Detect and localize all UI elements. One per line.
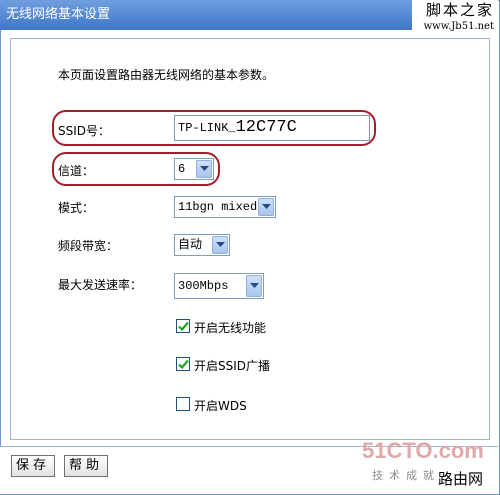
enable-ssid-broadcast-label: 开启SSID广播 [194, 359, 271, 373]
ssid-label: SSID号： [58, 124, 111, 138]
max-rate-label: 最大发送速率： [58, 278, 143, 292]
channel-value: 6 [178, 162, 186, 176]
help-button[interactable]: 帮助 [64, 455, 108, 477]
bandwidth-select[interactable]: 自动 [174, 234, 230, 256]
ssid-input[interactable]: TP-LINK_12C77C [174, 115, 370, 141]
bandwidth-value: 自动 [178, 238, 203, 252]
ssid-value-suffix: 12C77C [235, 118, 297, 137]
bandwidth-label: 频段带宽： [58, 239, 119, 253]
watermark-site-name: 脚本之家 [425, 1, 494, 19]
mode-label: 模式： [58, 201, 95, 215]
enable-wds-label: 开启WDS [194, 399, 247, 413]
max-rate-value: 300Mbps [178, 279, 229, 293]
enable-ssid-broadcast-checkbox[interactable] [176, 357, 190, 371]
chevron-down-icon[interactable] [212, 236, 228, 254]
chevron-down-icon[interactable] [258, 198, 274, 216]
save-button[interactable]: 保存 [11, 455, 55, 477]
enable-wireless-label: 开启无线功能 [194, 321, 267, 335]
watermark-site-url: www.Jb51.net [423, 21, 494, 32]
chevron-down-icon[interactable] [246, 275, 262, 297]
chevron-down-icon[interactable] [196, 160, 212, 178]
enable-wds-checkbox[interactable] [176, 397, 190, 411]
brand-tagline: 技术成就 [372, 469, 440, 482]
mode-value: 11bgn mixed [178, 200, 258, 214]
enable-wireless-checkbox[interactable] [176, 319, 190, 333]
page-description: 本页面设置路由器无线网络的基本参数。 [58, 68, 275, 82]
mode-select[interactable]: 11bgn mixed [174, 196, 276, 218]
site-watermark: 脚本之家 www.Jb51.net [412, 0, 498, 40]
channel-label: 信道： [58, 164, 95, 178]
corner-watermark: 路由网 [438, 470, 484, 488]
ssid-value-prefix: TP-LINK_ [178, 121, 236, 135]
brand-logo: 51CTO.com [362, 438, 484, 463]
channel-select[interactable]: 6 [174, 158, 214, 180]
max-rate-select[interactable]: 300Mbps [174, 273, 264, 299]
